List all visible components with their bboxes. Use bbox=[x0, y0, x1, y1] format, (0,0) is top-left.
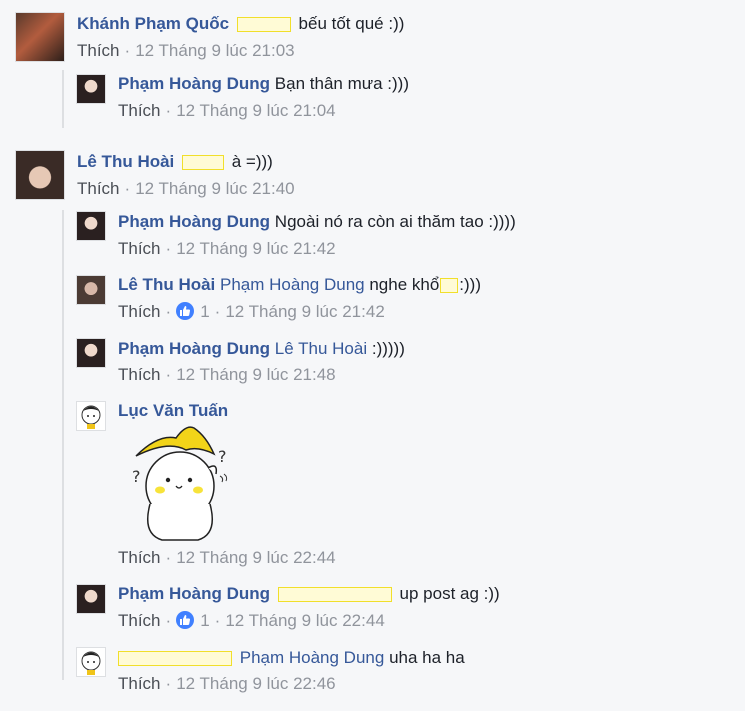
timestamp[interactable]: 12 Tháng 9 lúc 21:42 bbox=[225, 302, 384, 321]
timestamp[interactable]: 12 Tháng 9 lúc 21:42 bbox=[176, 239, 335, 258]
cartoon-avatar-icon bbox=[81, 405, 101, 429]
redacted-tag bbox=[182, 155, 225, 171]
comment-text: nghe khổ bbox=[369, 275, 440, 294]
banana-bear-sticker[interactable]: ? ? bbox=[128, 424, 238, 544]
comment-author[interactable]: Lục Văn Tuấn bbox=[118, 401, 228, 420]
mention-link[interactable]: Phạm Hoàng Dung bbox=[220, 275, 365, 294]
comment-body: Phạm Hoàng Dung Lê Thu Hoài :))))) bbox=[118, 338, 405, 360]
avatar[interactable] bbox=[76, 338, 106, 368]
comment-body: Phạm Hoàng Dung Ngoài nó ra còn ai thăm … bbox=[118, 211, 516, 233]
avatar[interactable] bbox=[76, 275, 106, 305]
comment-meta: Thích · 12 Tháng 9 lúc 21:42 bbox=[118, 239, 336, 258]
like-link[interactable]: Thích bbox=[77, 179, 120, 198]
avatar[interactable] bbox=[15, 12, 65, 62]
mention-link[interactable]: Phạm Hoàng Dung bbox=[240, 648, 385, 667]
comment-author[interactable]: Phạm Hoàng Dung bbox=[118, 584, 270, 603]
like-link[interactable]: Thích bbox=[118, 365, 161, 384]
comment-meta: Thích · 12 Tháng 9 lúc 21:04 bbox=[118, 101, 336, 120]
like-link[interactable]: Thích bbox=[118, 548, 161, 567]
like-link[interactable]: Thích bbox=[118, 239, 161, 258]
mention-link[interactable]: Lê Thu Hoài bbox=[275, 339, 367, 358]
like-link[interactable]: Thích bbox=[118, 101, 161, 120]
comment-meta: Thích · 12 Tháng 9 lúc 21:03 bbox=[77, 41, 295, 60]
avatar[interactable] bbox=[15, 150, 65, 200]
like-link[interactable]: Thích bbox=[118, 674, 161, 693]
like-link[interactable]: Thích bbox=[118, 302, 161, 321]
redacted-emoji bbox=[440, 278, 459, 294]
thumbs-up-icon[interactable] bbox=[176, 611, 195, 629]
comment-body: Lê Thu Hoài Phạm Hoàng Dung nghe khổ:))) bbox=[118, 274, 481, 296]
avatar[interactable] bbox=[76, 401, 106, 431]
comment-meta: Thích · 12 Tháng 9 lúc 21:40 bbox=[77, 179, 295, 198]
comment-meta: Thích · 12 Tháng 9 lúc 22:46 bbox=[118, 674, 336, 693]
svg-text:?: ? bbox=[218, 447, 227, 466]
comment-body: Lục Văn Tuấn bbox=[118, 400, 228, 422]
redacted-tag bbox=[236, 17, 291, 33]
svg-text:?: ? bbox=[132, 467, 141, 486]
comment-body: Lê Thu Hoài à =))) bbox=[77, 151, 273, 173]
redacted-tag bbox=[277, 587, 392, 603]
comment-meta: Thích · 1 · 12 Tháng 9 lúc 22:44 bbox=[118, 611, 385, 630]
comment-author[interactable]: Phạm Hoàng Dung bbox=[118, 212, 270, 231]
comment-meta: Thích · 1 · 12 Tháng 9 lúc 21:42 bbox=[118, 302, 385, 321]
comment-text: à =))) bbox=[231, 152, 273, 171]
comment-body: Phạm Hoàng Dung Bạn thân mưa :))) bbox=[118, 73, 409, 95]
comment-body: Khánh Phạm Quốc bếu tốt qué :)) bbox=[77, 13, 404, 35]
timestamp[interactable]: 12 Tháng 9 lúc 21:03 bbox=[135, 41, 294, 60]
comment-author[interactable]: Phạm Hoàng Dung bbox=[118, 339, 270, 358]
comment-author[interactable]: Lê Thu Hoài bbox=[77, 152, 174, 171]
comment-text: uha ha ha bbox=[389, 648, 465, 667]
thumbs-up-icon[interactable] bbox=[176, 302, 195, 320]
like-link[interactable]: Thích bbox=[118, 611, 161, 630]
reply-thread-line bbox=[62, 210, 64, 680]
timestamp[interactable]: 12 Tháng 9 lúc 21:40 bbox=[135, 179, 294, 198]
avatar[interactable] bbox=[76, 584, 106, 614]
cartoon-avatar-icon bbox=[81, 651, 101, 675]
comment-text: Bạn thân mưa :))) bbox=[274, 74, 410, 93]
comment-text: Ngoài nó ra còn ai thăm tao :)))) bbox=[274, 212, 516, 231]
avatar[interactable] bbox=[76, 647, 106, 677]
like-link[interactable]: Thích bbox=[77, 41, 120, 60]
comment-text: up post ag :)) bbox=[399, 584, 500, 603]
timestamp[interactable]: 12 Tháng 9 lúc 22:44 bbox=[176, 548, 335, 567]
reply-thread-line bbox=[62, 70, 64, 128]
comment-author[interactable]: Khánh Phạm Quốc bbox=[77, 14, 229, 33]
comment-meta: Thích · 12 Tháng 9 lúc 22:44 bbox=[118, 548, 336, 567]
avatar[interactable] bbox=[76, 74, 106, 104]
reaction-count[interactable]: 1 bbox=[200, 302, 209, 321]
comment-body: Phạm Hoàng Dung uha ha ha bbox=[118, 647, 465, 669]
comment-body: Phạm Hoàng Dung up post ag :)) bbox=[118, 583, 500, 605]
timestamp[interactable]: 12 Tháng 9 lúc 22:44 bbox=[225, 611, 384, 630]
comment-text: :))))) bbox=[371, 339, 405, 358]
comment-meta: Thích · 12 Tháng 9 lúc 21:48 bbox=[118, 365, 336, 384]
timestamp[interactable]: 12 Tháng 9 lúc 21:04 bbox=[176, 101, 335, 120]
comment-author[interactable]: Lê Thu Hoài bbox=[118, 275, 215, 294]
timestamp[interactable]: 12 Tháng 9 lúc 22:46 bbox=[176, 674, 335, 693]
avatar[interactable] bbox=[76, 211, 106, 241]
comment-text: :))) bbox=[459, 275, 482, 294]
comment-author[interactable]: Phạm Hoàng Dung bbox=[118, 74, 270, 93]
reaction-count[interactable]: 1 bbox=[200, 611, 209, 630]
comment-text: bếu tốt qué :)) bbox=[298, 14, 405, 33]
timestamp[interactable]: 12 Tháng 9 lúc 21:48 bbox=[176, 365, 335, 384]
redacted-author bbox=[118, 651, 232, 667]
